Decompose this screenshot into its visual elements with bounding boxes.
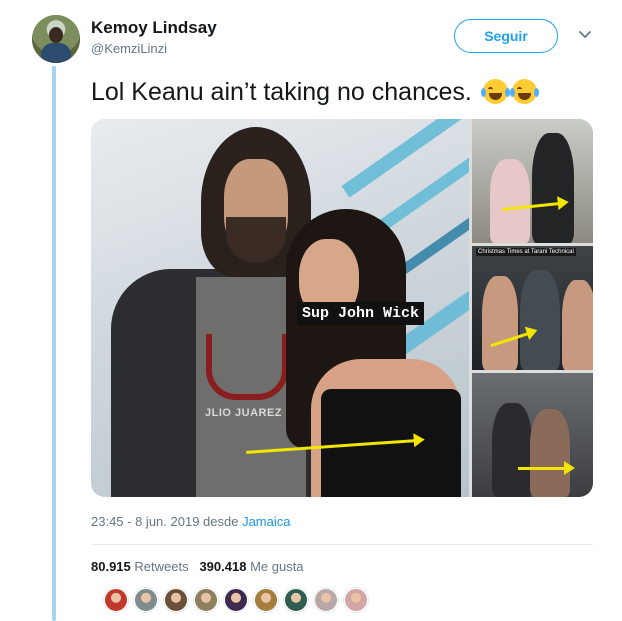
chevron-down-icon[interactable] bbox=[578, 30, 592, 40]
liker-avatar[interactable] bbox=[314, 588, 338, 612]
user-avatar[interactable] bbox=[32, 15, 80, 63]
tweet-timestamp: 23:45 - 8 jun. 2019 desde Jamaica bbox=[91, 514, 291, 529]
tweet-stats: 80.915 Retweets 390.418 Me gusta bbox=[91, 559, 304, 574]
likes-count: 390.418 bbox=[199, 559, 247, 574]
divider bbox=[91, 544, 593, 545]
photo-caption: Christmas Times at Tarani Technical bbox=[476, 248, 576, 256]
likes-stat[interactable]: 390.418 Me gusta bbox=[199, 559, 303, 574]
retweets-stat[interactable]: 80.915 Retweets bbox=[91, 559, 189, 574]
liker-avatar[interactable] bbox=[254, 588, 278, 612]
media-photo-middle-right[interactable]: Christmas Times at Tarani Technical bbox=[472, 246, 593, 370]
tweet-text: Lol Keanu ain’t taking no chances. bbox=[91, 78, 539, 107]
shirt-print: JLIO JUAREZ bbox=[205, 407, 283, 419]
liker-avatar[interactable] bbox=[164, 588, 188, 612]
media-photo-top-right[interactable] bbox=[472, 119, 593, 243]
retweets-label: Retweets bbox=[134, 559, 189, 574]
liker-avatar[interactable] bbox=[344, 588, 368, 612]
liker-avatar[interactable] bbox=[104, 588, 128, 612]
sticker-caption: Sup John Wick bbox=[297, 302, 425, 325]
user-name[interactable]: Kemoy Lindsay bbox=[91, 18, 217, 38]
yellow-arrow-icon bbox=[518, 461, 575, 475]
tweet-media[interactable]: JLIO JUAREZ Sup John Wick Christmas Time… bbox=[91, 119, 593, 497]
user-handle[interactable]: @KemziLinzi bbox=[91, 41, 167, 56]
location-link[interactable]: Jamaica bbox=[242, 514, 290, 529]
likers-list bbox=[104, 588, 374, 612]
likes-label: Me gusta bbox=[250, 559, 304, 574]
media-photo-bottom-right[interactable] bbox=[472, 373, 593, 497]
tweet-body: Lol Keanu ain’t taking no chances. bbox=[91, 78, 472, 106]
liker-avatar[interactable] bbox=[194, 588, 218, 612]
face-with-tears-of-joy-icon bbox=[480, 79, 510, 104]
liker-avatar[interactable] bbox=[224, 588, 248, 612]
thread-line bbox=[52, 66, 56, 621]
follow-button[interactable]: Seguir bbox=[454, 19, 558, 53]
retweets-count: 80.915 bbox=[91, 559, 131, 574]
timestamp-text: 23:45 - 8 jun. 2019 desde bbox=[91, 514, 239, 529]
liker-avatar[interactable] bbox=[284, 588, 308, 612]
liker-avatar[interactable] bbox=[134, 588, 158, 612]
media-photo-main[interactable]: JLIO JUAREZ Sup John Wick bbox=[91, 119, 469, 497]
face-with-tears-of-joy-icon bbox=[509, 79, 539, 104]
